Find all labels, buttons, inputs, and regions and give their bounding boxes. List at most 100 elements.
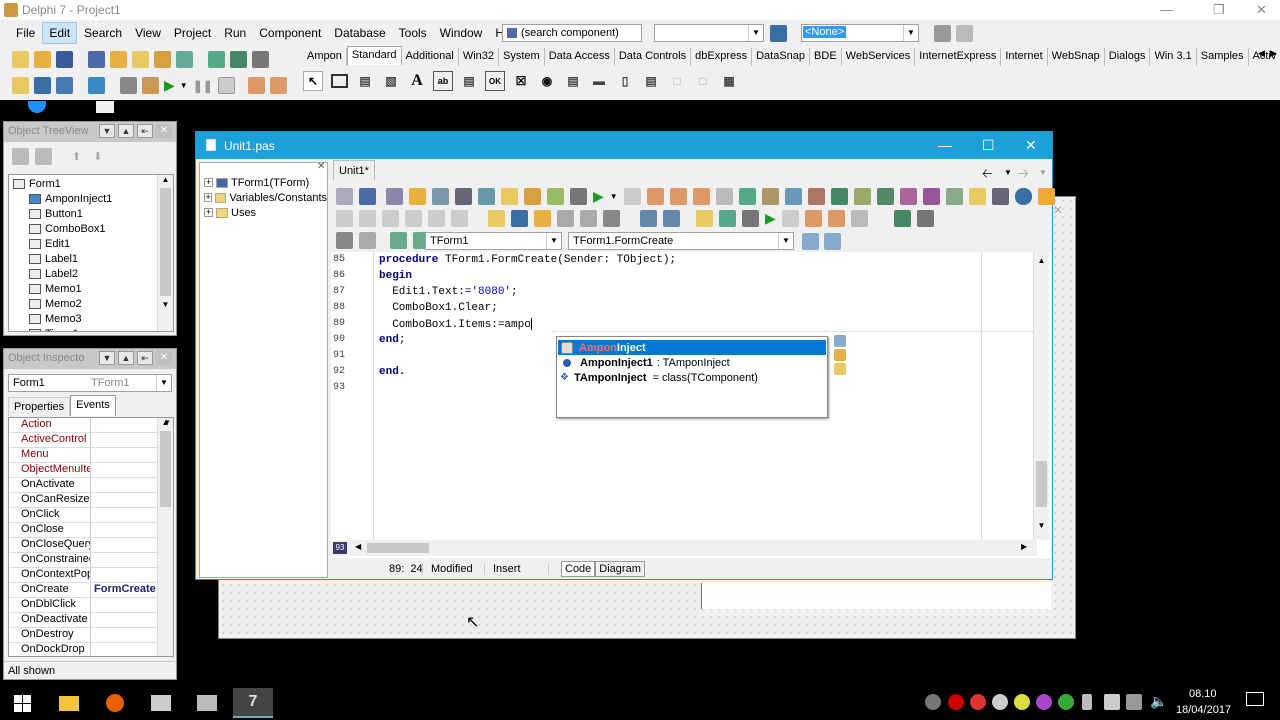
taskbar-app-1[interactable] (141, 688, 181, 718)
run-icon[interactable]: ▶ (593, 188, 604, 205)
expand-icon[interactable]: + (204, 178, 213, 187)
event-row[interactable]: OnDestroy (9, 628, 173, 643)
hscroll-thumb[interactable] (367, 543, 429, 553)
palette-tab[interactable]: Internet (1001, 48, 1048, 66)
redo-icon[interactable] (451, 210, 468, 227)
tool-f-icon[interactable] (853, 188, 871, 205)
listbox-icon[interactable]: ▤ (563, 71, 583, 91)
parameters-icon[interactable] (742, 210, 759, 227)
chevron-down-icon[interactable]: ▼ (99, 351, 115, 365)
delete-icon[interactable] (359, 210, 376, 227)
step-over-icon[interactable] (269, 77, 287, 94)
clock-date[interactable]: 18/04/2017 (1176, 704, 1231, 716)
expand-icon[interactable]: + (204, 193, 213, 202)
toggle-icon[interactable] (534, 210, 551, 227)
button-icon[interactable]: OK (485, 71, 505, 91)
evaluate-icon[interactable] (715, 188, 733, 205)
open-project-icon[interactable] (432, 188, 449, 205)
compile-icon[interactable] (547, 188, 564, 205)
tree-item[interactable]: Button1 (13, 206, 173, 221)
event-row[interactable]: OnConstrained (9, 553, 173, 568)
undo-icon[interactable] (428, 210, 445, 227)
menu-database[interactable]: Database (328, 23, 391, 43)
notification-icon[interactable] (1246, 692, 1264, 706)
close-button[interactable]: ✕ (1256, 2, 1267, 18)
tab-code[interactable]: Code (561, 561, 596, 577)
class-combo[interactable]: TForm1 ▼ (425, 232, 562, 250)
treeview-scrollbar[interactable]: ▲ ▼ (157, 175, 173, 331)
tree-item[interactable]: Edit1 (13, 236, 173, 251)
tree-item[interactable]: Memo1 (13, 281, 173, 296)
event-row[interactable]: OnDockDrop (9, 643, 173, 656)
save-desktop-icon[interactable] (934, 25, 951, 42)
checkbox-icon[interactable]: ☒ (511, 71, 531, 91)
tab-properties[interactable]: Properties (8, 397, 71, 416)
radiogroup-icon[interactable]: □ (667, 71, 687, 91)
scroll-left-icon[interactable]: ◀ (355, 542, 361, 551)
tool-i-icon[interactable] (922, 188, 940, 205)
event-row[interactable]: ObjectMenuIte (9, 463, 173, 478)
event-row[interactable]: OnClose (9, 523, 173, 538)
volume-icon[interactable]: 🔈 (1150, 693, 1167, 710)
cut-icon[interactable] (336, 210, 353, 227)
indent-icon[interactable] (557, 210, 574, 227)
events-scrollbar[interactable]: ▲ (157, 418, 173, 656)
taskbar-explorer[interactable] (49, 688, 89, 718)
groupbox-icon[interactable]: ▤ (641, 71, 661, 91)
menu-search[interactable]: Search (78, 23, 128, 43)
sort-icon[interactable] (834, 335, 846, 347)
minimize-button[interactable]: — (1160, 2, 1173, 17)
minimize-button[interactable]: — (938, 137, 952, 153)
palette-tab[interactable]: Standard (346, 46, 402, 65)
palette-tab[interactable]: Win 3.1 (1150, 48, 1197, 66)
palette-tab[interactable]: dbExpress (691, 48, 753, 66)
clock-time[interactable]: 08.10 (1189, 688, 1217, 700)
pause-icon[interactable]: ❚❚ (193, 79, 213, 93)
completion-item[interactable]: AmponInject (558, 340, 826, 355)
new-icon[interactable] (12, 51, 29, 68)
new-item-icon[interactable] (12, 147, 29, 165)
taskbar-firefox[interactable] (95, 688, 135, 718)
event-row[interactable]: ActiveControl (9, 433, 173, 448)
stop-icon[interactable] (217, 77, 235, 94)
save-icon[interactable] (56, 51, 73, 68)
event-row[interactable]: OnClick (9, 508, 173, 523)
forward-arrow-icon[interactable]: 🡢 (1018, 165, 1029, 187)
palette-tab[interactable]: WebSnap (1048, 48, 1105, 66)
package-icon[interactable] (230, 51, 247, 68)
scrollbar-icon[interactable]: ▯ (615, 71, 635, 91)
tray-app-icon[interactable] (1036, 694, 1052, 710)
tray-app-icon[interactable] (925, 694, 941, 710)
save-all-icon[interactable] (409, 188, 426, 205)
open-icon[interactable] (34, 51, 51, 68)
print-icon[interactable] (336, 232, 353, 249)
run-target-icon[interactable] (142, 77, 159, 94)
run-options-icon[interactable] (120, 77, 137, 94)
event-value[interactable]: ▼ (91, 418, 173, 432)
event-row[interactable]: OnCreate FormCreate (9, 583, 173, 598)
add-icon[interactable] (501, 188, 518, 205)
new-icon[interactable] (336, 188, 353, 205)
event-row[interactable]: Menu (9, 448, 173, 463)
chevron-down-icon[interactable]: ▼ (1039, 168, 1047, 177)
taskbar-app-2[interactable] (187, 688, 227, 718)
maximize-icon[interactable]: ▲ (118, 351, 134, 365)
check-icon[interactable] (696, 210, 713, 227)
component-icon[interactable] (208, 51, 225, 68)
pause-icon[interactable] (623, 188, 641, 205)
tab-unit1[interactable]: Unit1* (333, 160, 375, 180)
battery-icon[interactable] (1082, 694, 1092, 710)
pointer-icon[interactable]: ↖ (303, 71, 323, 91)
memo-icon[interactable]: ▤ (459, 71, 479, 91)
flag-icon[interactable] (1126, 694, 1142, 710)
paste-icon[interactable] (405, 210, 422, 227)
code-horizontal-scrollbar[interactable]: 93 ◀ ▶ (331, 540, 1037, 556)
inspector-object-combo[interactable]: Form1 TForm1 ▼ (8, 374, 172, 392)
edit-icon[interactable]: ab (433, 71, 453, 91)
tray-app-icon[interactable] (948, 694, 964, 710)
tray-app-icon[interactable] (1058, 694, 1074, 710)
run-icon[interactable]: ▶ (765, 210, 776, 227)
maximize-icon[interactable]: ▲ (118, 124, 134, 138)
tray-app-icon[interactable] (970, 694, 986, 710)
expand-icon[interactable]: + (204, 208, 213, 217)
